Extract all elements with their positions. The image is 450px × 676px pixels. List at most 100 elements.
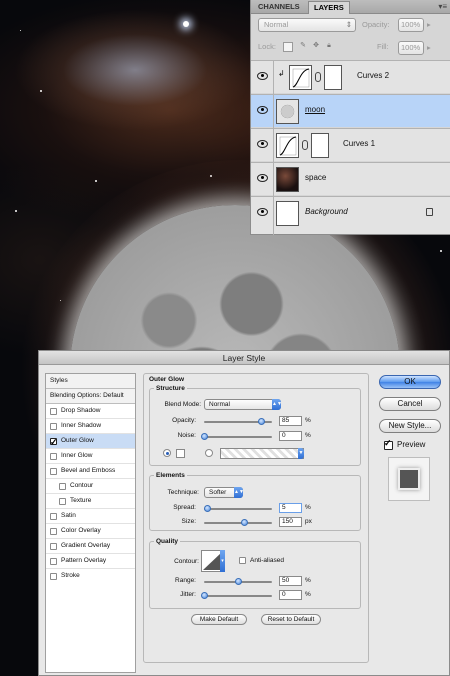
contour-label: Contour: <box>174 558 199 565</box>
layer-row-curves-2[interactable]: ↲ Curves 2 <box>251 60 450 94</box>
layer-mask-thumbnail[interactable] <box>311 133 329 158</box>
style-drop-shadow[interactable]: Drop Shadow <box>46 404 135 419</box>
lock-transparent-icon[interactable] <box>283 42 293 52</box>
spread-slider[interactable] <box>203 505 272 512</box>
lock-position-icon[interactable]: ✥ <box>311 42 321 52</box>
visibility-eye-icon[interactable] <box>257 174 268 182</box>
style-checkbox[interactable] <box>50 513 57 520</box>
technique-label: Technique: <box>167 489 199 496</box>
style-gradient-overlay[interactable]: Gradient Overlay <box>46 539 135 554</box>
glow-color-swatch[interactable] <box>176 449 185 458</box>
slider-knob[interactable] <box>203 505 211 512</box>
new-style-button[interactable]: New Style... <box>379 419 441 433</box>
glow-blend-mode-select[interactable]: Normal ▲▼ <box>204 399 282 410</box>
layer-name[interactable]: moon <box>305 105 325 114</box>
fill-arrow-icon[interactable]: ▸ <box>427 41 431 55</box>
style-checkbox[interactable] <box>59 483 66 490</box>
space-thumbnail[interactable] <box>276 167 299 192</box>
opacity-input[interactable]: 100% <box>398 18 424 32</box>
tab-layers[interactable]: LAYERS <box>308 1 350 14</box>
jitter-slider[interactable] <box>200 592 272 599</box>
style-checkbox[interactable] <box>50 573 57 580</box>
style-checkbox[interactable] <box>50 543 57 550</box>
panel-menu-icon[interactable]: ▾≡ <box>438 2 447 11</box>
layer-row-curves-1[interactable]: Curves 1 <box>251 128 450 162</box>
style-checkbox[interactable] <box>50 528 57 535</box>
background-thumbnail[interactable] <box>276 201 299 226</box>
style-satin[interactable]: Satin <box>46 509 135 524</box>
glow-opacity-input[interactable]: 85 <box>279 416 302 426</box>
lock-all-icon[interactable]: 🔒︎ <box>324 42 334 52</box>
style-inner-shadow[interactable]: Inner Shadow <box>46 419 135 434</box>
slider-knob[interactable] <box>234 578 242 585</box>
tab-channels[interactable]: CHANNELS <box>253 1 305 14</box>
reset-default-button[interactable]: Reset to Default <box>261 614 321 625</box>
styles-header[interactable]: Styles <box>46 374 135 389</box>
visibility-eye-icon[interactable] <box>257 208 268 216</box>
visibility-eye-icon[interactable] <box>257 72 268 80</box>
style-pattern-overlay[interactable]: Pattern Overlay <box>46 554 135 569</box>
fill-input[interactable]: 100% <box>398 41 424 55</box>
lock-image-icon[interactable]: ✎ <box>298 42 308 52</box>
style-label: Bevel and Emboss <box>61 467 116 474</box>
technique-select[interactable]: Softer ▲▼ <box>204 487 244 498</box>
slider-knob[interactable] <box>200 433 208 440</box>
style-color-overlay[interactable]: Color Overlay <box>46 524 135 539</box>
curves-thumbnail[interactable] <box>276 133 299 158</box>
style-bevel-emboss[interactable]: Bevel and Emboss <box>46 464 135 479</box>
layer-name[interactable]: Background <box>305 207 348 216</box>
style-checkbox[interactable] <box>50 435 58 449</box>
eye-divider <box>273 163 274 196</box>
layer-name[interactable]: space <box>305 173 326 182</box>
size-input[interactable]: 150 <box>279 517 302 527</box>
style-inner-glow[interactable]: Inner Glow <box>46 449 135 464</box>
style-contour[interactable]: Contour <box>46 479 135 494</box>
layer-row-background[interactable]: Background <box>251 196 450 235</box>
curves-thumbnail[interactable] <box>289 65 312 90</box>
layer-row-space[interactable]: space <box>251 162 450 196</box>
glow-opacity-slider[interactable] <box>204 418 272 425</box>
cancel-button[interactable]: Cancel <box>379 397 441 411</box>
opacity-arrow-icon[interactable]: ▸ <box>427 18 431 32</box>
range-slider[interactable] <box>204 578 272 585</box>
visibility-eye-icon[interactable] <box>257 140 268 148</box>
style-checkbox[interactable] <box>59 498 66 505</box>
layer-name[interactable]: Curves 1 <box>343 139 375 148</box>
gradient-radio[interactable] <box>205 449 213 457</box>
anti-aliased-checkbox[interactable] <box>239 557 246 564</box>
style-checkbox[interactable] <box>50 468 57 475</box>
moon-thumbnail[interactable] <box>276 99 299 124</box>
layer-mask-thumbnail[interactable] <box>324 65 342 90</box>
slider-knob[interactable] <box>200 592 208 599</box>
size-slider[interactable] <box>204 519 272 526</box>
style-blending-options[interactable]: Blending Options: Default <box>46 389 135 404</box>
size-unit: px <box>305 518 312 525</box>
glow-gradient-picker[interactable]: ▼ <box>220 448 304 459</box>
jitter-input[interactable]: 0 <box>279 590 302 600</box>
style-checkbox[interactable] <box>50 558 57 565</box>
blend-mode-select[interactable]: Normal ⇕ <box>258 18 356 32</box>
dialog-title: Layer Style <box>39 351 449 365</box>
contour-picker[interactable]: ▾ <box>201 550 225 572</box>
eye-divider <box>273 61 274 94</box>
style-checkbox[interactable] <box>50 423 57 430</box>
noise-input[interactable]: 0 <box>279 431 302 441</box>
style-outer-glow[interactable]: Outer Glow <box>46 434 135 449</box>
visibility-eye-icon[interactable] <box>257 106 268 114</box>
solid-color-radio[interactable] <box>163 449 171 457</box>
range-input[interactable]: 50 <box>279 576 302 586</box>
link-icon[interactable] <box>302 140 308 150</box>
layer-name[interactable]: Curves 2 <box>357 71 389 80</box>
noise-slider[interactable] <box>200 433 272 440</box>
style-texture[interactable]: Texture <box>46 494 135 509</box>
make-default-button[interactable]: Make Default <box>191 614 247 625</box>
preview-checkbox[interactable] <box>384 438 393 450</box>
layer-row-moon[interactable]: moon <box>251 94 450 128</box>
link-icon[interactable] <box>315 72 321 82</box>
style-checkbox[interactable] <box>50 408 57 415</box>
style-stroke[interactable]: Stroke <box>46 569 135 584</box>
spread-input[interactable]: 5 <box>279 503 302 513</box>
preview-label: Preview <box>397 440 426 449</box>
style-checkbox[interactable] <box>50 453 57 460</box>
ok-button[interactable]: OK <box>379 375 441 389</box>
